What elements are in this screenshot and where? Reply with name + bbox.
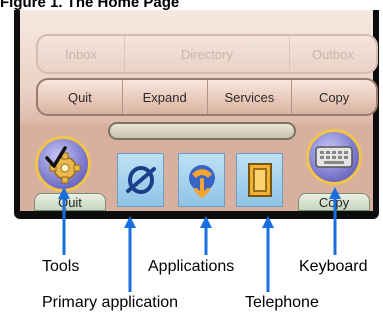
expand-button[interactable]: Expand	[123, 80, 208, 114]
keyboard-icon	[315, 146, 353, 168]
primary-application-label: Primary application	[42, 294, 179, 311]
quit-tab[interactable]: Quit	[34, 193, 106, 211]
quit-button[interactable]: Quit	[38, 80, 123, 114]
keyboard-button[interactable]	[306, 129, 362, 185]
applications-icon	[188, 165, 215, 198]
status-pill	[108, 122, 296, 140]
telephone-label: Telephone	[245, 294, 319, 311]
applications-tile[interactable]	[178, 153, 225, 207]
applications-label: Applications	[148, 258, 235, 275]
gear-check-icon	[45, 146, 81, 184]
inbox-button[interactable]: Inbox	[38, 36, 126, 72]
services-button[interactable]: Services	[208, 80, 293, 114]
primary-application-icon	[125, 166, 156, 194]
telephone-door-icon	[247, 163, 272, 197]
tools-button[interactable]	[35, 136, 91, 192]
directory-button[interactable]: Directory	[125, 36, 290, 72]
copy-tab[interactable]: Copy	[298, 193, 370, 211]
primary-application-tile[interactable]	[117, 153, 164, 207]
command-button-row: Quit Expand Services Copy	[36, 78, 378, 116]
outbox-button[interactable]: Outbox	[290, 36, 376, 72]
tools-label: Tools	[42, 258, 80, 275]
keyboard-label: Keyboard	[299, 258, 368, 275]
inactive-button-row: Inbox Directory Outbox	[36, 34, 378, 74]
copy-button[interactable]: Copy	[292, 80, 376, 114]
telephone-tile[interactable]	[236, 153, 283, 207]
